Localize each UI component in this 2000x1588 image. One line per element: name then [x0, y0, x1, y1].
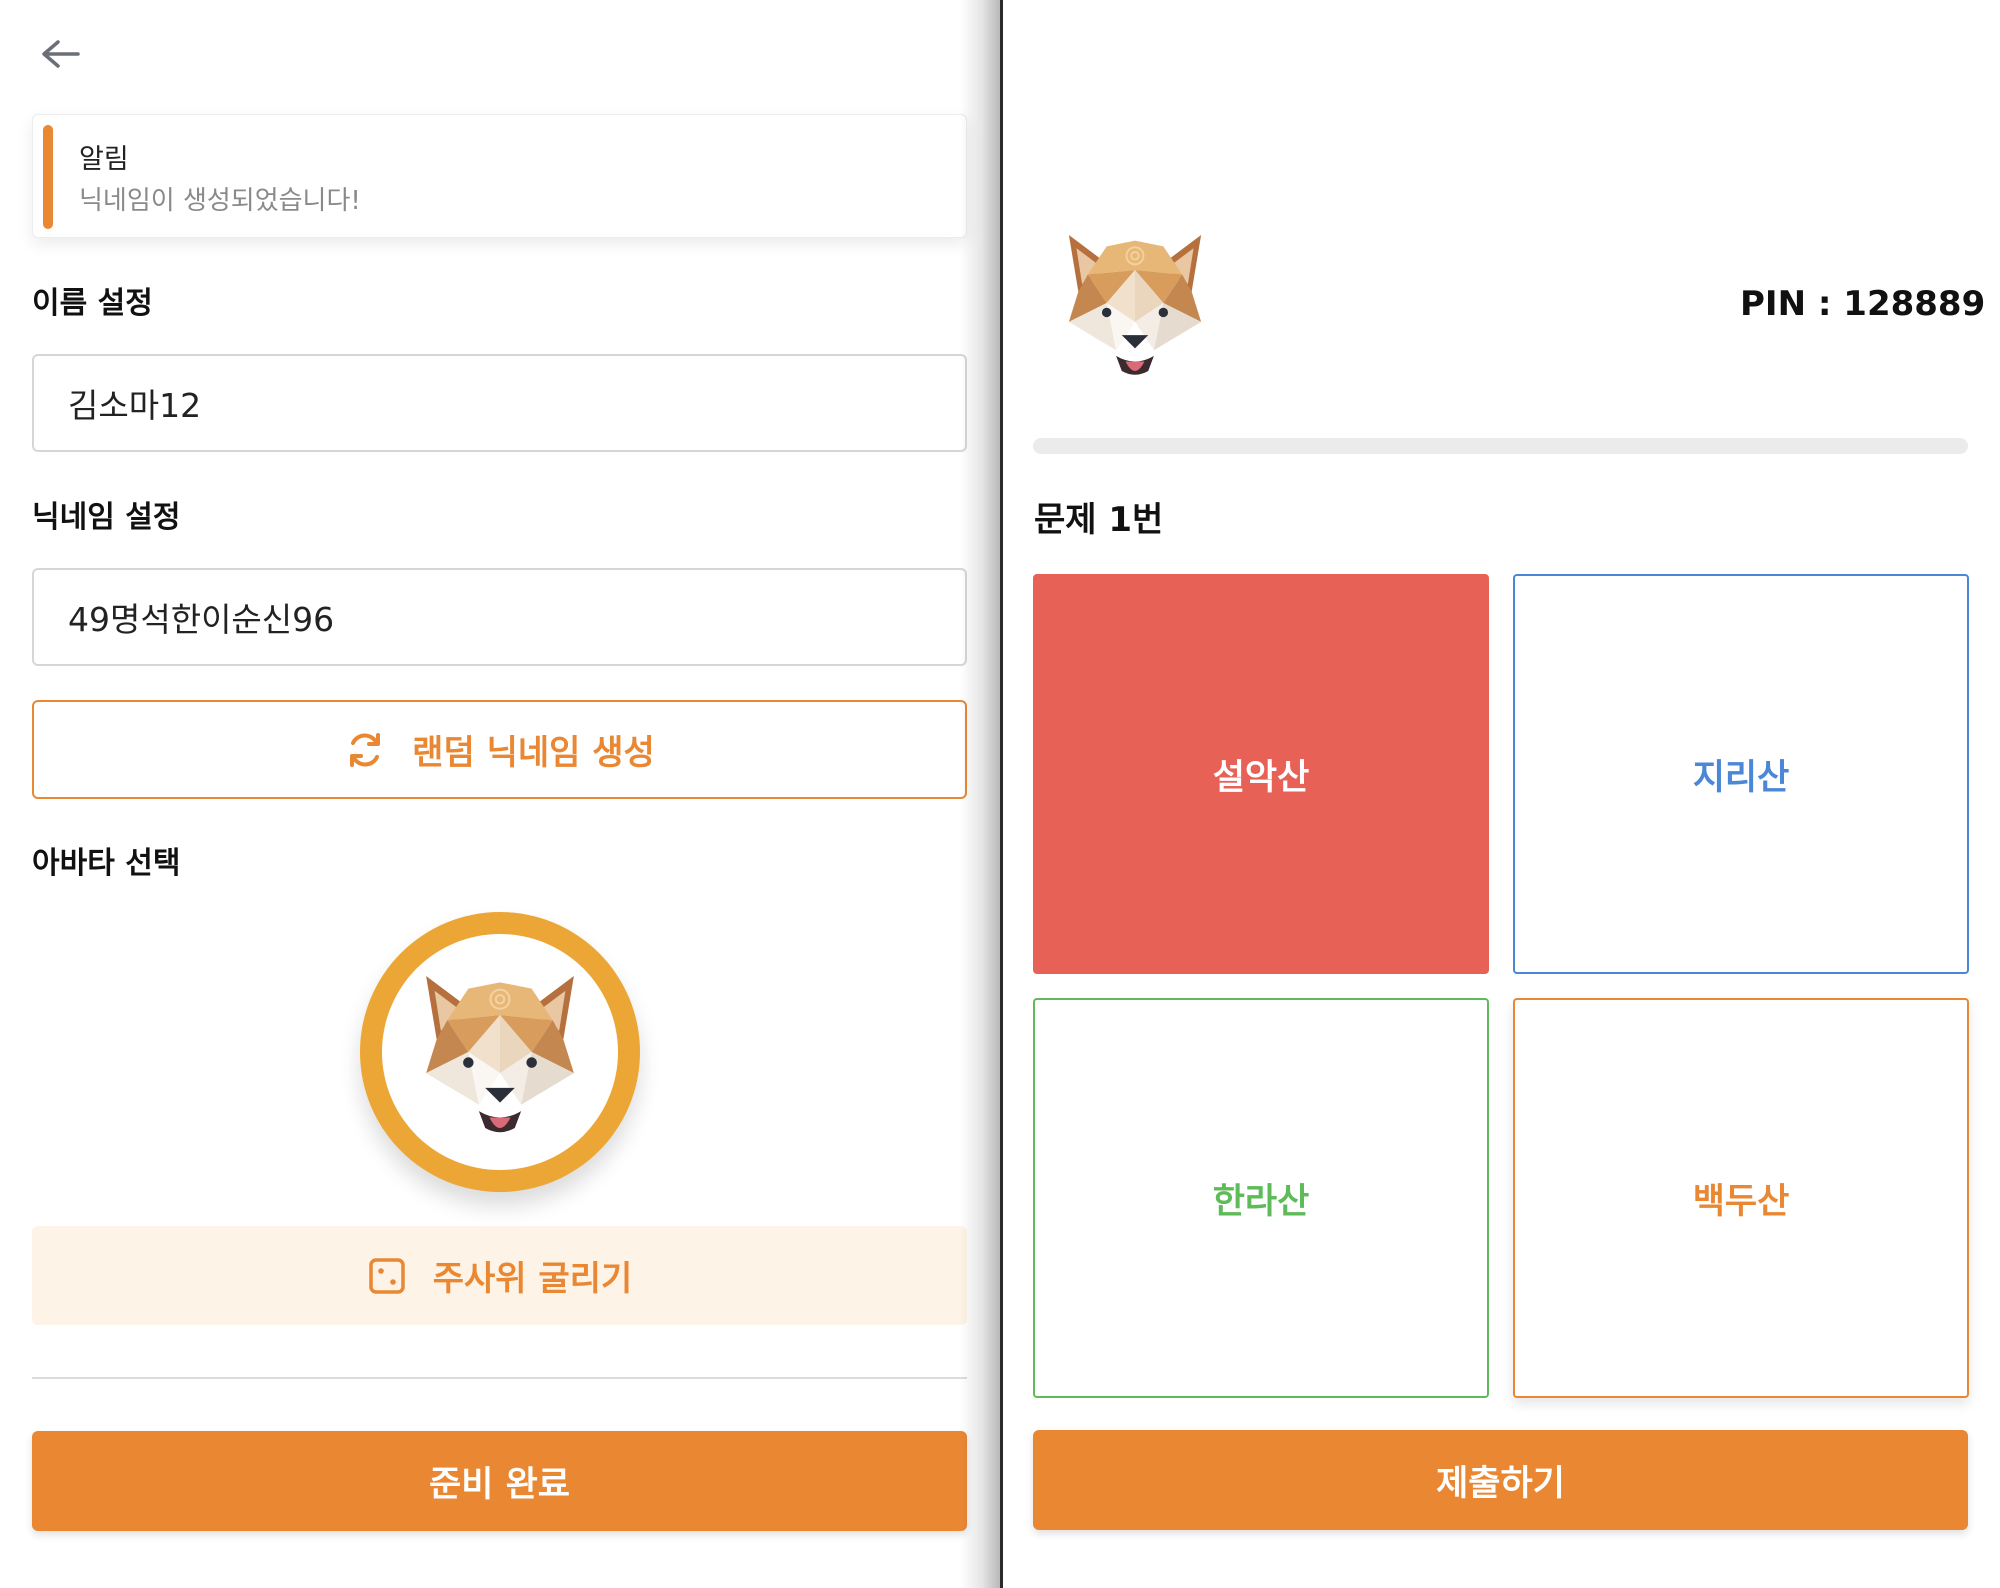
- player-avatar: [1050, 218, 1220, 388]
- roll-dice-button[interactable]: 주사위 굴리기: [32, 1226, 967, 1325]
- notification-toast: 알림 닉네임이 생성되었습니다!: [32, 114, 967, 238]
- submit-button[interactable]: 제출하기: [1033, 1430, 1968, 1530]
- nickname-label: 닉네임 설정: [32, 500, 181, 535]
- dice-icon: [368, 1257, 405, 1294]
- section-divider: [32, 1377, 967, 1379]
- back-button[interactable]: [38, 36, 82, 72]
- setup-panel: 알림 닉네임이 생성되었습니다! 이름 설정 닉네임 설정 랜덤 닉네임 생성 …: [0, 0, 1000, 1588]
- dog-avatar-icon: [426, 976, 574, 1135]
- dog-avatar-icon: [1068, 235, 1202, 377]
- random-nickname-button[interactable]: 랜덤 닉네임 생성: [32, 700, 967, 799]
- avatar-selector[interactable]: [360, 912, 640, 1192]
- avatar-label: 아바타 선택: [32, 846, 181, 881]
- panel-shadow: [960, 0, 1000, 1588]
- pin-code: PIN : 128889: [1740, 284, 1986, 324]
- toast-message: 닉네임이 생성되었습니다!: [79, 186, 361, 216]
- avatar-frame: [382, 934, 618, 1170]
- quiz-progress-bar: [1033, 438, 1968, 454]
- question-title: 문제 1번: [1034, 500, 1164, 540]
- choice-2[interactable]: 지리산: [1513, 574, 1969, 974]
- name-label: 이름 설정: [32, 286, 153, 321]
- random-nickname-label: 랜덤 닉네임 생성: [412, 733, 655, 773]
- name-input[interactable]: [32, 354, 967, 452]
- roll-dice-label: 주사위 굴리기: [432, 1259, 633, 1299]
- toast-title: 알림: [79, 144, 129, 175]
- nickname-input[interactable]: [32, 568, 967, 666]
- choice-3[interactable]: 한라산: [1033, 998, 1489, 1398]
- refresh-icon: [350, 732, 381, 767]
- choice-4[interactable]: 백두산: [1513, 998, 1969, 1398]
- toast-accent-bar: [43, 125, 53, 229]
- ready-button[interactable]: 준비 완료: [32, 1431, 967, 1531]
- choice-1[interactable]: 설악산: [1033, 574, 1489, 974]
- arrow-left-icon: [42, 40, 80, 68]
